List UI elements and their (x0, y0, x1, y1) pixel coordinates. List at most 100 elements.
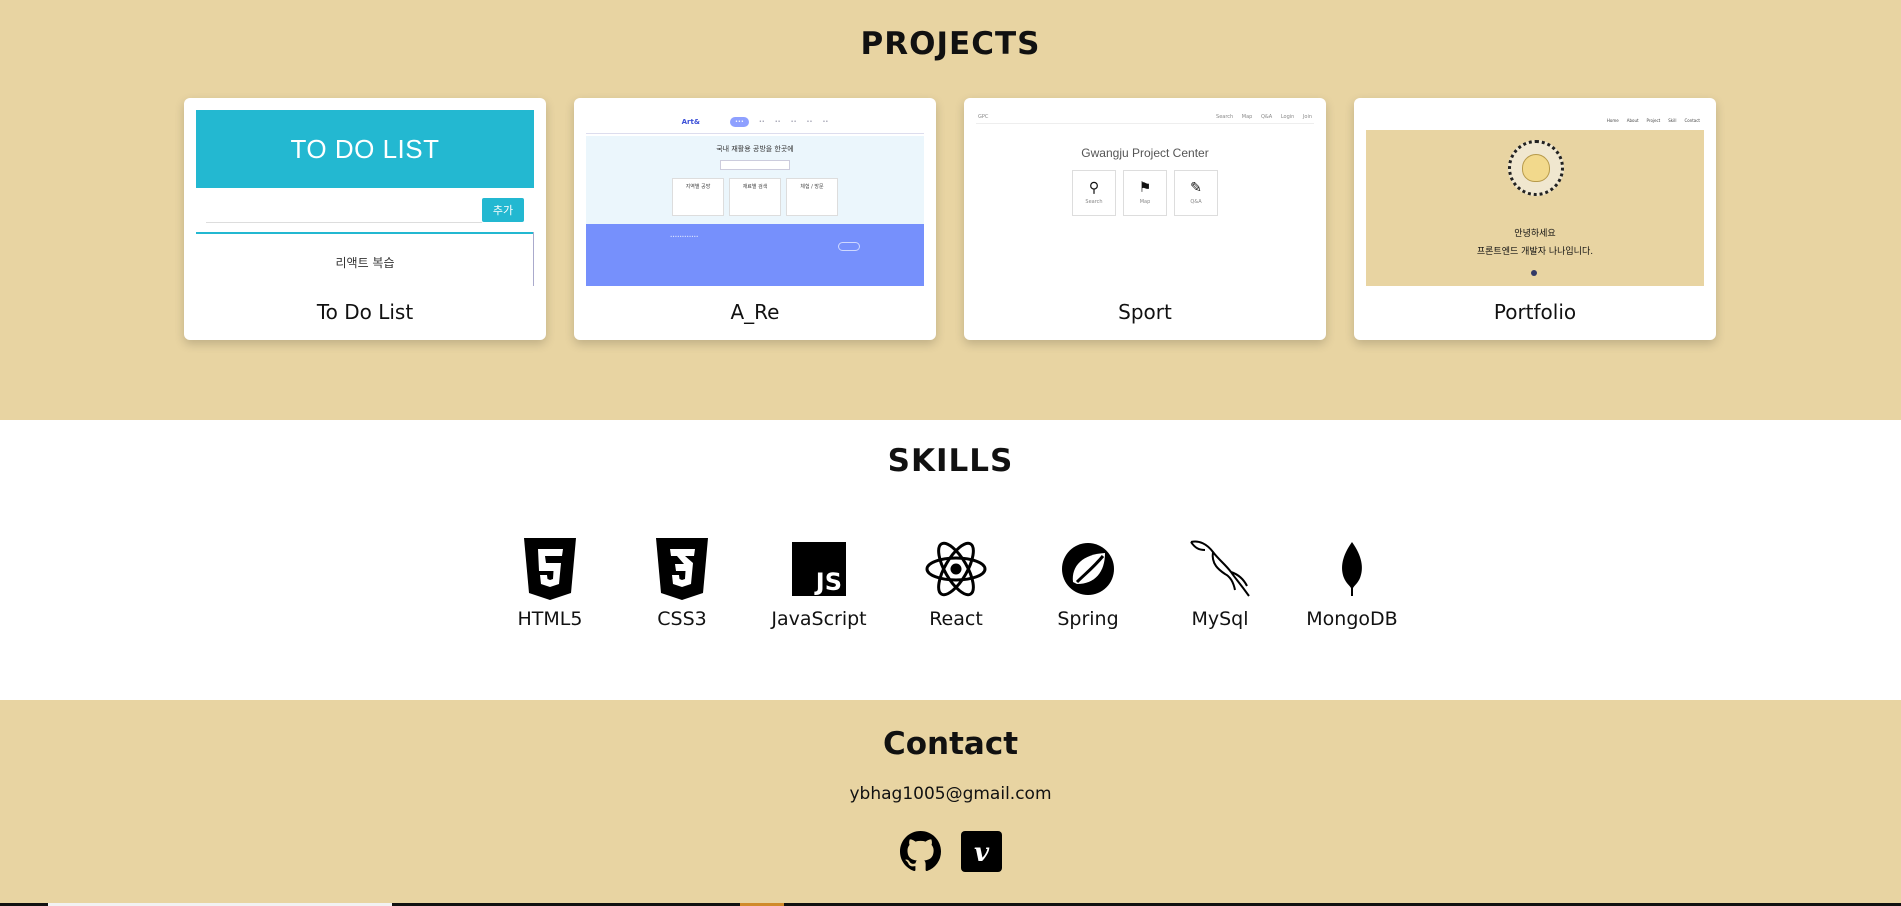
portfolio-thumb-greeting: 안녕하세요 (1514, 229, 1556, 239)
css3-icon (622, 538, 742, 600)
sport-thumb-brand: GPC (978, 113, 989, 120)
mongodb-icon (1292, 538, 1412, 600)
skills-title: SKILLS (887, 443, 1014, 479)
skill-css3: CSS3 (622, 538, 742, 630)
are-thumb-footer-button (838, 242, 860, 251)
duck-icon (1522, 154, 1550, 182)
project-card-todo[interactable]: TO DO LIST 추가 리액트 복습 To Do List (184, 98, 546, 340)
map-icon: ⚑ (1138, 180, 1152, 196)
contact-title: Contact (882, 726, 1019, 762)
javascript-icon: JS (759, 538, 879, 600)
portfolio-thumb-nav-item: Project (1646, 117, 1661, 123)
html5-icon (490, 538, 610, 600)
are-thumb-hero-title: 국내 재활용 공방을 한곳에 (716, 145, 794, 153)
projects-section: PROJECTS TO DO LIST 추가 리액트 복습 To Do List (0, 0, 1901, 420)
svg-text:v: v (973, 838, 989, 868)
skills-section: SKILLS HTML5 CSS3 JS JavaScript React Sp… (0, 420, 1901, 700)
social-links: v (0, 831, 1901, 872)
edit-icon: ✎ (1190, 180, 1202, 196)
search-icon: ⚲ (1088, 180, 1100, 196)
portfolio-thumb-scroll-dot (1531, 270, 1537, 276)
skill-label: MongoDB (1306, 608, 1398, 630)
are-thumb-boxes: 지역별 공방 재료별 검색 체험 / 방문 (586, 178, 924, 216)
project-card-title: To Do List (316, 300, 414, 324)
are-thumb-nav-item: •• (790, 118, 797, 125)
skill-label: React (929, 608, 983, 630)
portfolio-thumb-nav-item: Contact (1684, 117, 1700, 123)
portfolio-thumb-nav-item: Skill (1668, 117, 1677, 123)
skill-html5: HTML5 (490, 538, 610, 630)
project-card-portfolio[interactable]: Home About Project Skill Contact 안녕하세요 프… (1354, 98, 1716, 340)
are-thumb-nav-item: •• (758, 118, 765, 125)
are-thumb-box: 지역별 공방 (672, 178, 724, 216)
todo-thumb-border (533, 232, 534, 286)
todo-thumb-header: TO DO LIST (196, 110, 534, 188)
skill-label: HTML5 (517, 608, 583, 630)
sport-thumb-nav-item: Map (1241, 113, 1253, 120)
contact-email[interactable]: ybhag1005@gmail.com (0, 784, 1901, 804)
portfolio-thumb: Home About Project Skill Contact 안녕하세요 프… (1366, 110, 1704, 286)
skill-mongodb: MongoDB (1292, 538, 1412, 630)
are-thumb-logo: Art& (681, 117, 700, 126)
project-thumbnail-sport: GPC Search Map Q&A Login Join Gwangju Pr… (976, 110, 1314, 286)
project-cards: TO DO LIST 추가 리액트 복습 To Do List Art& •••… (184, 98, 1716, 340)
portfolio-thumb-intro: 프론트엔드 개발자 나나입니다. (1476, 247, 1594, 257)
project-card-title: Portfolio (1493, 300, 1577, 324)
portfolio-thumb-nav: Home About Project Skill Contact (1366, 110, 1704, 130)
are-thumb-box: 재료별 검색 (729, 178, 781, 216)
mysql-icon (1160, 538, 1280, 600)
skill-label: CSS3 (657, 608, 707, 630)
are-thumb-footer-text: •••••••••••• (670, 234, 699, 239)
todo-thumb-add-button: 추가 (482, 198, 524, 222)
project-thumbnail-todo: TO DO LIST 추가 리액트 복습 (196, 110, 534, 286)
sport-thumb-tile-qa: ✎ Q&A (1174, 170, 1218, 216)
svg-text:JS: JS (814, 568, 842, 596)
sport-thumb-tile-map: ⚑ Map (1123, 170, 1167, 216)
project-thumbnail-are: Art& ••• •• •• •• •• •• 국내 재활용 공방을 한곳에 지… (586, 110, 924, 286)
are-thumb-nav-item: •• (774, 118, 781, 125)
are-thumb-search (720, 160, 790, 170)
sport-thumb-tile-search: ⚲ Search (1072, 170, 1116, 216)
todo-thumb-input (206, 222, 482, 223)
are-thumb-hero: 국내 재활용 공방을 한곳에 지역별 공방 재료별 검색 체험 / 방문 (586, 136, 924, 224)
sport-thumb-tile-label: Map (1139, 199, 1151, 205)
are-thumb-nav-item: •• (806, 118, 813, 125)
contact-section: Contact ybhag1005@gmail.com v (0, 700, 1901, 906)
sport-thumb-nav-item: Q&A (1260, 113, 1273, 120)
portfolio-thumb-nav-item: About (1626, 117, 1639, 123)
react-icon (896, 538, 1016, 600)
sport-thumb-title: Gwangju Project Center (1081, 146, 1209, 160)
skill-javascript: JS JavaScript (759, 538, 879, 630)
sport-thumb-nav-item: Login (1280, 113, 1295, 120)
todo-thumb-item: 리액트 복습 (335, 256, 395, 270)
vimeo-icon[interactable]: v (960, 831, 1002, 872)
github-icon[interactable] (899, 831, 941, 872)
project-card-sport[interactable]: GPC Search Map Q&A Login Join Gwangju Pr… (964, 98, 1326, 340)
are-thumb-nav: Art& ••• •• •• •• •• •• (586, 110, 924, 134)
portfolio-thumb-hero: 안녕하세요 프론트엔드 개발자 나나입니다. (1366, 130, 1704, 286)
todo-thumb-divider (196, 232, 534, 234)
are-thumb: Art& ••• •• •• •• •• •• 국내 재활용 공방을 한곳에 지… (586, 110, 924, 286)
skill-spring: Spring (1028, 538, 1148, 630)
skill-label: JavaScript (771, 608, 867, 630)
sport-thumb-icons: ⚲ Search ⚑ Map ✎ Q&A (976, 170, 1314, 216)
project-card-are[interactable]: Art& ••• •• •• •• •• •• 국내 재활용 공방을 한곳에 지… (574, 98, 936, 340)
project-card-title: A_Re (730, 300, 780, 324)
portfolio-thumb-nav-item: Home (1606, 117, 1619, 123)
project-thumbnail-portfolio: Home About Project Skill Contact 안녕하세요 프… (1366, 110, 1704, 286)
projects-title: PROJECTS (860, 26, 1041, 62)
sport-thumb-nav-item: Join (1302, 113, 1312, 120)
todo-thumb-input-row: 추가 (196, 188, 534, 232)
skill-react: React (896, 538, 1016, 630)
spring-icon (1028, 538, 1148, 600)
sport-thumb-nav-item: Search (1216, 113, 1234, 120)
are-thumb-nav-pill: ••• (729, 116, 749, 127)
sport-thumb: GPC Search Map Q&A Login Join Gwangju Pr… (976, 110, 1314, 286)
sport-thumb-nav: GPC Search Map Q&A Login Join (976, 110, 1314, 124)
are-thumb-box: 체험 / 방문 (786, 178, 838, 216)
project-card-title: Sport (1118, 300, 1172, 324)
are-thumb-nav-item: •• (822, 118, 829, 125)
sport-thumb-tile-label: Search (1085, 199, 1103, 205)
sport-thumb-nav-links: Search Map Q&A Login Join (1209, 114, 1312, 120)
skill-label: MySql (1191, 608, 1249, 630)
